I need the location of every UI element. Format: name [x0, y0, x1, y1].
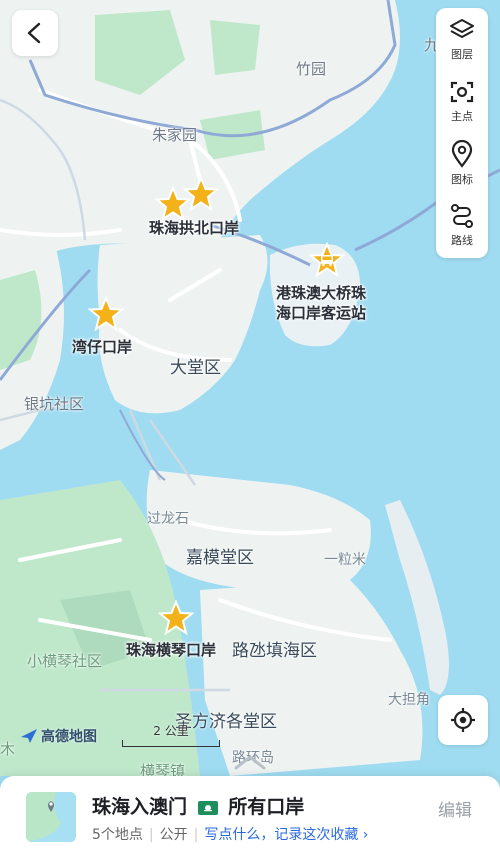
port-label-gongbei[interactable]: 珠海拱北口岸 [149, 218, 239, 238]
collection-title: 珠海入澳门 所有口岸 [92, 792, 304, 819]
scale-text: 2 公里 [153, 724, 189, 738]
collection-sheet[interactable]: 珠海入澳门 所有口岸 5个地点 | 公开 | 写点什么，记录这次收藏 › 编辑 [0, 776, 500, 848]
label-mu: 木 [0, 740, 16, 758]
amap-logo: 高德地图 [20, 726, 97, 746]
route-label: 路线 [451, 233, 473, 247]
layers-icon [450, 18, 474, 38]
label-zhujiayuan: 朱家园 [152, 126, 198, 144]
layers-button[interactable]: 图层 [436, 8, 488, 70]
label-dadanjiao: 大担角 [388, 692, 430, 708]
chevron-left-icon [27, 22, 41, 44]
back-button[interactable] [12, 10, 58, 56]
scale-bar: 2 公里 [122, 722, 220, 747]
collection-note-link[interactable]: 写点什么，记录这次收藏 › [204, 827, 368, 843]
port-label-hengqin[interactable]: 珠海横琴口岸 [126, 640, 216, 660]
amap-logo-text: 高德地图 [41, 729, 97, 745]
divider: | [193, 827, 199, 843]
collection-title-text: 珠海入澳门 [92, 796, 188, 818]
star-marker-gongbei-2[interactable] [183, 176, 219, 212]
port-label-hzmb-line2: 海口岸客运站 [276, 304, 367, 322]
label-guolongshi: 过龙石 [147, 511, 189, 527]
label-yinkeng: 银坑社区 [24, 395, 85, 413]
label-yilimi: 一粒米 [324, 552, 366, 568]
divider: | [148, 827, 154, 843]
macau-flag-icon [197, 800, 218, 815]
port-label-hzmb-line1: 港珠澳大桥珠 [276, 284, 367, 302]
label-jiamotang: 嘉模堂区 [186, 548, 254, 568]
pin-icon [451, 139, 473, 168]
edit-button[interactable]: 编辑 [438, 796, 472, 821]
route-button[interactable]: 路线 [436, 194, 488, 256]
star-marker-wanzai[interactable] [88, 296, 124, 332]
crosshair-icon [451, 708, 475, 732]
marker-label: 图标 [451, 172, 473, 186]
locate-button[interactable] [438, 695, 488, 745]
focus-icon [450, 81, 474, 102]
port-label-hzmb[interactable]: 港珠澳大桥珠 海口岸客运站 [276, 283, 366, 323]
collection-meta: 5个地点 | 公开 | 写点什么，记录这次收藏 › [92, 824, 368, 844]
collection-thumbnail [26, 792, 76, 842]
collection-title-suffix: 所有口岸 [228, 796, 305, 818]
collection-visibility[interactable]: 公开 [160, 827, 188, 843]
route-icon [451, 203, 473, 228]
amap-logo-icon [21, 729, 37, 743]
collection-count: 5个地点 [92, 827, 143, 843]
label-ludian: 路氹填海区 [232, 641, 317, 661]
label-xiaohengqin: 小横琴社区 [27, 652, 103, 670]
label-zhuyuan: 竹园 [296, 60, 327, 78]
chevron-up-icon[interactable] [232, 752, 268, 772]
scale-line [122, 740, 220, 747]
bus-star-marker-hzmb[interactable] [309, 242, 345, 278]
layers-label: 图层 [451, 47, 473, 61]
marker-button[interactable]: 图标 [436, 132, 488, 194]
star-marker-hengqin[interactable] [158, 600, 194, 636]
port-label-wanzai[interactable]: 湾仔口岸 [72, 337, 132, 357]
poi-button[interactable]: 主点 [436, 70, 488, 132]
map-toolbar: 图层 主点 图标 路线 [436, 8, 488, 258]
poi-label: 主点 [451, 109, 473, 123]
label-datang: 大堂区 [170, 358, 221, 378]
